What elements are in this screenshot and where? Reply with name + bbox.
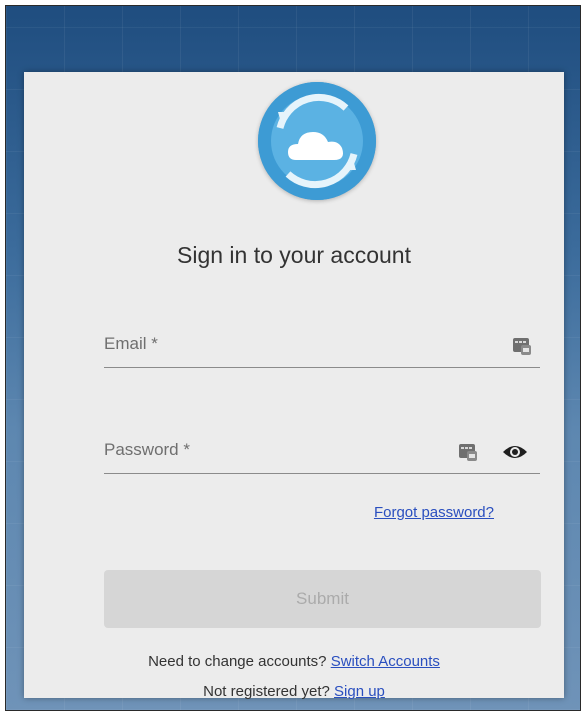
register-prompt: Not registered yet? [203,683,330,700]
password-manager-key-icon[interactable] [512,336,532,356]
email-label: Email * [104,334,158,353]
password-field[interactable]: Password * [104,434,540,474]
change-accounts-prompt: Need to change accounts? [148,653,327,670]
email-field[interactable]: Email * [104,328,540,368]
sign-up-link[interactable]: Sign up [334,683,385,700]
sign-in-card: Sign in to your account Email * Password… [24,72,564,700]
switch-accounts-line: Need to change accounts? Switch Accounts [24,653,564,670]
password-manager-key-icon[interactable] [458,442,478,462]
eye-icon[interactable] [502,440,528,464]
page-title: Sign in to your account [177,242,411,268]
sign-up-line: Not registered yet? Sign up [24,683,564,700]
cloud-sync-logo-icon [258,82,376,200]
switch-accounts-link[interactable]: Switch Accounts [331,653,440,670]
submit-button[interactable]: Submit [104,570,541,628]
forgot-password-link[interactable]: Forgot password? [374,504,494,521]
screenshot-frame: Sign in to your account Email * Password… [5,5,581,711]
password-label: Password * [104,440,190,459]
